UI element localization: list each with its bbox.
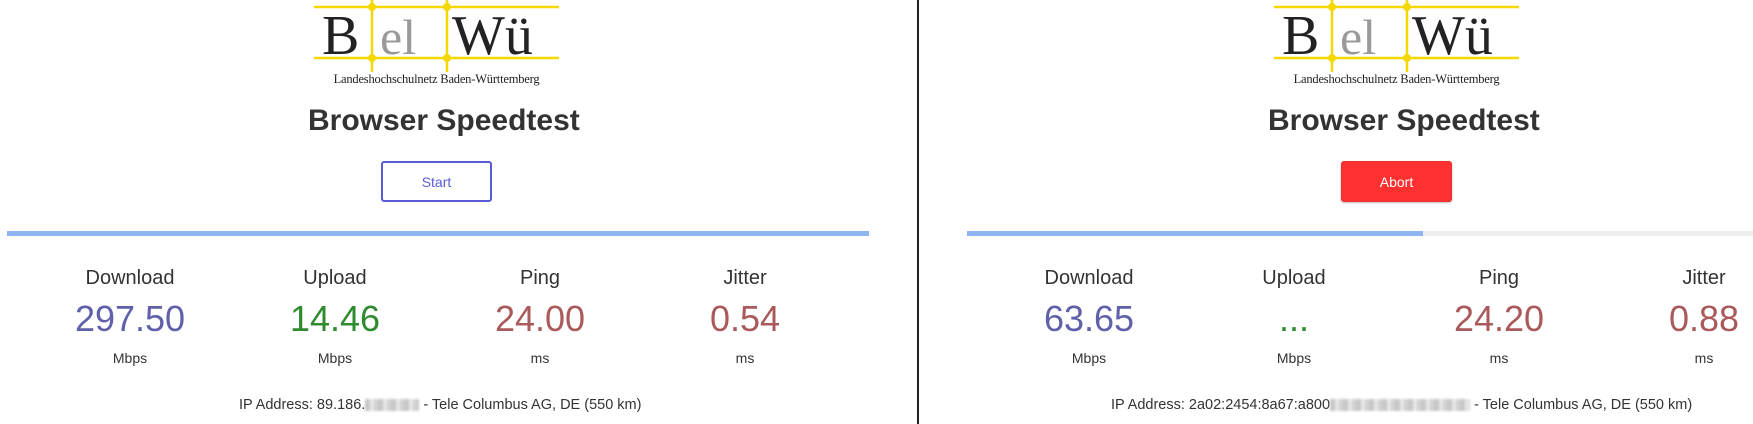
svg-text:B: B bbox=[322, 5, 359, 67]
page-title: Browser Speedtest bbox=[308, 104, 580, 137]
page-title: Browser Speedtest bbox=[1268, 104, 1540, 137]
metric-unit: ms bbox=[530, 350, 550, 366]
metric-label: Ping bbox=[1478, 267, 1520, 289]
ip-provider: - Tele Columbus AG, DE (550 km) bbox=[419, 397, 642, 413]
metric-label: Download bbox=[1044, 267, 1134, 289]
metric-download: Download 63.65 Mbps bbox=[999, 265, 1179, 366]
metric-download: Download 297.50 Mbps bbox=[40, 265, 220, 366]
svg-text:B: B bbox=[1282, 5, 1319, 67]
metric-unit: Mbps bbox=[1276, 350, 1312, 366]
metric-unit: Mbps bbox=[317, 350, 353, 366]
metric-ping: Ping 24.20 ms bbox=[1409, 265, 1589, 366]
metric-unit: ms bbox=[1489, 350, 1509, 366]
belwue-logo: B el Wü Landeshochschulnetz Baden-Württe… bbox=[314, 0, 559, 86]
progress-bar bbox=[7, 231, 869, 236]
metric-unit: Mbps bbox=[112, 350, 148, 366]
belwue-logo-graphic: B el Wü bbox=[1274, 0, 1519, 72]
download-value: 63.65 bbox=[1043, 298, 1135, 339]
download-value: 297.50 bbox=[74, 298, 186, 339]
belwue-logo: B el Wü Landeshochschulnetz Baden-Württe… bbox=[1274, 0, 1519, 86]
ping-value: 24.00 bbox=[494, 298, 586, 339]
logo-tagline: Landeshochschulnetz Baden-Württemberg bbox=[333, 72, 540, 86]
belwue-logo-graphic: B el Wü bbox=[314, 0, 559, 72]
svg-text:el: el bbox=[1340, 9, 1376, 65]
metric-label: Upload bbox=[303, 267, 367, 289]
speedtest-panel-left: B el Wü Landeshochschulnetz Baden-Württe… bbox=[0, 0, 917, 424]
svg-text:Wü: Wü bbox=[452, 5, 533, 67]
jitter-value: 0.88 bbox=[1668, 298, 1740, 339]
progress-bar bbox=[967, 231, 1753, 236]
speedtest-panel-right: B el Wü Landeshochschulnetz Baden-Württe… bbox=[919, 0, 1753, 424]
metric-label: Ping bbox=[519, 267, 561, 289]
metric-upload: Upload ... Mbps bbox=[1204, 265, 1384, 366]
metric-label: Download bbox=[85, 267, 175, 289]
metric-jitter: Jitter 0.88 ms bbox=[1614, 265, 1753, 366]
ping-value: 24.20 bbox=[1453, 298, 1545, 339]
metric-ping: Ping 24.00 ms bbox=[450, 265, 630, 366]
metric-label: Jitter bbox=[723, 267, 767, 289]
upload-value: 14.46 bbox=[289, 298, 381, 339]
ip-provider: - Tele Columbus AG, DE (550 km) bbox=[1470, 397, 1693, 413]
ip-address-prefix: IP Address: 2a02:2454:8a67:a800 bbox=[1111, 397, 1331, 413]
abort-button[interactable]: Abort bbox=[1341, 161, 1452, 202]
progress-bar-fill bbox=[7, 231, 869, 236]
jitter-value: 0.54 bbox=[709, 298, 781, 339]
redacted-ip-blur bbox=[365, 399, 420, 412]
redacted-ip-blur bbox=[1330, 399, 1471, 412]
metric-upload: Upload 14.46 Mbps bbox=[245, 265, 425, 366]
metric-unit: ms bbox=[1694, 350, 1714, 366]
upload-value: ... bbox=[1278, 298, 1309, 339]
svg-text:Wü: Wü bbox=[1412, 5, 1493, 67]
metric-label: Upload bbox=[1262, 267, 1326, 289]
metric-unit: ms bbox=[735, 350, 755, 366]
ip-address-prefix: IP Address: 89.186. bbox=[239, 397, 366, 413]
ip-address-info: IP Address: 89.186. - Tele Columbus AG, … bbox=[239, 397, 641, 413]
ip-address-info: IP Address: 2a02:2454:8a67:a800 - Tele C… bbox=[1111, 397, 1692, 413]
metric-jitter: Jitter 0.54 ms bbox=[655, 265, 835, 366]
progress-bar-fill bbox=[967, 231, 1423, 236]
start-button[interactable]: Start bbox=[381, 161, 492, 202]
metric-label: Jitter bbox=[1682, 267, 1726, 289]
svg-text:el: el bbox=[380, 9, 416, 65]
logo-tagline: Landeshochschulnetz Baden-Württemberg bbox=[1293, 72, 1500, 86]
metric-unit: Mbps bbox=[1071, 350, 1107, 366]
